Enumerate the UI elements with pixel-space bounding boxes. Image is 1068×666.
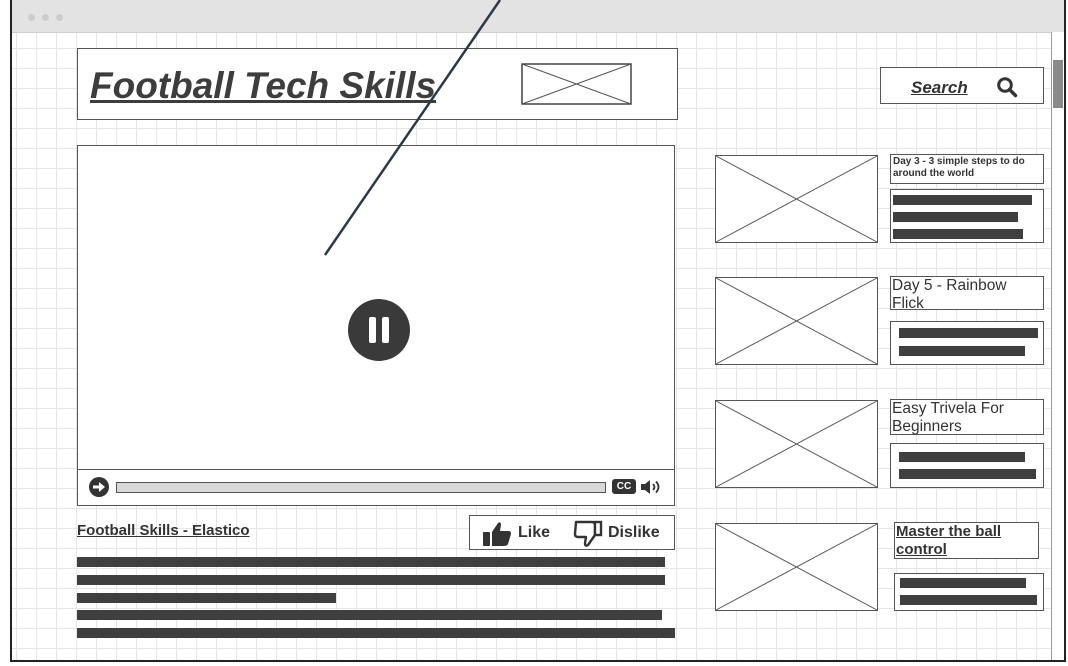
video-title-link[interactable]: Football Skills - Elastico xyxy=(77,522,250,539)
site-header: Football Tech Skills xyxy=(77,48,678,120)
pause-icon[interactable] xyxy=(348,299,410,361)
image-placeholder-icon xyxy=(716,156,877,242)
sidebar-item-title-box[interactable]: Day 5 - Rainbow Flick xyxy=(890,276,1044,313)
sidebar-item-title-box[interactable]: Easy Trivela For Beginners xyxy=(890,399,1044,435)
sidebar-item-thumbnail[interactable] xyxy=(715,277,878,365)
video-progress-bar[interactable] xyxy=(116,482,606,493)
window-maximize-dot[interactable] xyxy=(56,14,63,21)
closed-captions-button[interactable]: CC xyxy=(612,479,636,494)
thumbs-down-icon[interactable] xyxy=(573,520,603,548)
search-link[interactable]: Search xyxy=(911,78,968,98)
like-dislike-group: Like Dislike xyxy=(469,515,675,550)
sidebar-item-title[interactable]: Day 3 - 3 simple steps to do around the … xyxy=(893,156,1043,180)
window-close-dot[interactable] xyxy=(28,14,35,21)
image-placeholder-icon xyxy=(521,63,632,105)
sidebar-item-title-box[interactable]: Day 3 - 3 simple steps to do around the … xyxy=(890,154,1044,184)
scrollbar-thumb[interactable] xyxy=(1053,60,1063,108)
sidebar-item-thumbnail[interactable] xyxy=(715,155,878,243)
video-player[interactable]: CC xyxy=(77,145,675,506)
logo-image-placeholder xyxy=(521,63,632,105)
window-minimize-dot[interactable] xyxy=(42,14,49,21)
sidebar-item-title[interactable]: Day 5 - Rainbow Flick xyxy=(892,277,1042,313)
search-box[interactable]: Search xyxy=(880,67,1044,104)
description-text-line xyxy=(77,610,662,620)
speaker-icon[interactable] xyxy=(639,478,665,496)
search-icon[interactable] xyxy=(996,76,1018,98)
window-titlebar xyxy=(12,0,1064,33)
site-title-link[interactable]: Football Tech Skills xyxy=(90,65,436,107)
image-placeholder-icon xyxy=(716,401,877,487)
image-placeholder-icon xyxy=(716,278,877,364)
description-text-line xyxy=(77,628,675,638)
image-placeholder-icon xyxy=(716,524,877,610)
description-text-line xyxy=(77,575,665,585)
browser-window: Football Tech Skills Search CC Football … xyxy=(10,0,1066,662)
sidebar-item-description xyxy=(890,189,1044,243)
description-text-line xyxy=(77,593,336,603)
sidebar-item-title[interactable]: Master the ball control xyxy=(896,523,1038,559)
sidebar-item-title[interactable]: Easy Trivela For Beginners xyxy=(892,400,1042,436)
thumbs-up-icon[interactable] xyxy=(482,521,512,547)
sidebar-item-title-box[interactable]: Master the ball control xyxy=(894,522,1039,559)
sidebar-item-description xyxy=(890,321,1044,365)
sidebar-item-description xyxy=(890,443,1044,488)
arrow-right-circle-icon[interactable] xyxy=(88,476,110,498)
vertical-scrollbar[interactable] xyxy=(1051,32,1064,660)
dislike-button[interactable]: Dislike xyxy=(608,524,660,542)
like-button[interactable]: Like xyxy=(518,524,550,542)
sidebar-item-thumbnail[interactable] xyxy=(715,400,878,488)
sidebar-item-description xyxy=(894,573,1044,611)
sidebar-item-thumbnail[interactable] xyxy=(715,523,878,611)
video-controls: CC xyxy=(78,469,674,505)
description-text-line xyxy=(77,557,665,567)
